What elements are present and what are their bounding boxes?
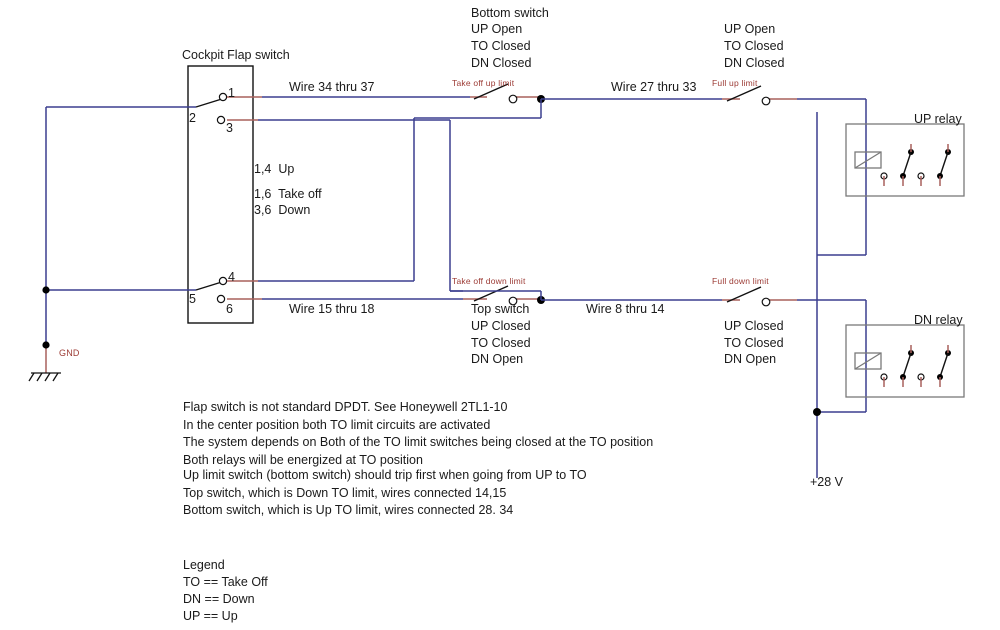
top-switch-name: Top switch (471, 302, 530, 316)
note-line-7: Bottom switch, which is Up TO limit, wir… (183, 503, 514, 517)
full-down-state-up: UP Closed (724, 319, 784, 333)
note-line-2: In the center position both TO limit cir… (183, 418, 491, 432)
terminal-3-label: 3 (226, 121, 233, 135)
power-supply-label: +28 V (810, 475, 844, 489)
take-off-up-limit-label: Take off up limit (452, 78, 515, 88)
full-up-state-to: TO Closed (724, 39, 784, 53)
legend-entry-dn: DN == Down (183, 592, 255, 606)
wire-label-34-37: Wire 34 thru 37 (289, 80, 375, 94)
terminal-1-label: 1 (228, 86, 235, 100)
take-off-down-limit-label: Take off down limit (452, 276, 526, 286)
wire-label-8-14: Wire 8 thru 14 (586, 302, 665, 316)
terminal-2-label: 2 (189, 111, 196, 125)
note-line-3: The system depends on Both of the TO lim… (183, 435, 654, 449)
terminal-5-label: 5 (189, 292, 196, 306)
bottom-switch-state-dn: DN Closed (471, 56, 532, 70)
legend-entry-to: TO == Take Off (183, 575, 268, 589)
top-switch-state-to: TO Closed (471, 336, 531, 350)
dn-relay-label: DN relay (914, 313, 963, 327)
note-line-1: Flap switch is not standard DPDT. See Ho… (183, 400, 508, 414)
terminal-4-label: 4 (228, 270, 235, 284)
wire-label-27-33: Wire 27 thru 33 (611, 80, 697, 94)
up-relay-label: UP relay (914, 112, 962, 126)
upper-main-wire (227, 83, 867, 210)
switch-pole-lower (195, 276, 228, 304)
full-down-state-dn: DN Open (724, 352, 777, 366)
ground-symbol (28, 372, 61, 382)
bottom-switch-state-to: TO Closed (471, 39, 531, 53)
legend-entry-up: UP == Up (183, 609, 238, 623)
schematic-canvas: .w { stroke: #3b3f8f; stroke-width: 1.5;… (0, 0, 1000, 630)
full-down-state-to: TO Closed (724, 336, 784, 350)
ground-bus-wiring (42, 106, 196, 373)
full-down-limit-label: Full down limit (712, 276, 769, 286)
full-up-state-up: UP Open (724, 22, 776, 36)
top-switch-state-up: UP Closed (471, 319, 531, 333)
note-line-5: Up limit switch (bottom switch) should t… (183, 468, 587, 482)
cockpit-flap-switch-box (187, 65, 254, 324)
full-up-state-dn: DN Closed (724, 56, 785, 70)
up-relay-box (845, 123, 965, 197)
switch-pole-upper (195, 92, 228, 125)
dn-relay-box (845, 324, 965, 398)
note-line-6: Top switch, which is Down TO limit, wire… (183, 486, 507, 500)
terminal-6-label: 6 (226, 302, 233, 316)
full-up-limit-label: Full up limit (712, 78, 758, 88)
switch-position-down: 3,6 Down (254, 203, 311, 217)
switch-position-takeoff: 1,6 Take off (254, 187, 322, 201)
wire-label-15-18: Wire 15 thru 18 (289, 302, 375, 316)
switch-position-up: 1,4 Up (254, 162, 295, 176)
legend-title: Legend (183, 558, 225, 572)
top-switch-state-dn: DN Open (471, 352, 524, 366)
bottom-switch-name: Bottom switch (471, 6, 549, 20)
power-rail-28v (813, 112, 867, 478)
ground-label: GND (59, 348, 80, 358)
note-line-4: Both relays will be energized at TO posi… (183, 453, 423, 467)
bottom-switch-state-up: UP Open (471, 22, 523, 36)
cockpit-switch-title: Cockpit Flap switch (182, 48, 290, 62)
